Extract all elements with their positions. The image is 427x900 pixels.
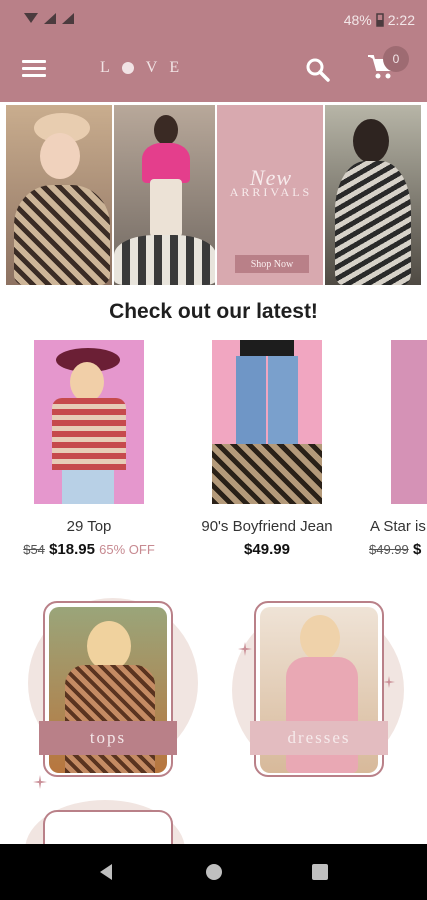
- status-bar: 48% 2:22: [0, 0, 427, 40]
- product-price: $18.95: [49, 541, 95, 558]
- product-prices: $49.99 $: [356, 541, 427, 558]
- search-icon[interactable]: [304, 56, 332, 84]
- product-name: 90's Boyfriend Jean: [201, 518, 333, 535]
- hero-photo-pink-sweater: [114, 105, 215, 285]
- product-name: A Star is: [370, 518, 426, 535]
- logo-text-left: L: [100, 59, 122, 76]
- product-discount: 65% OFF: [99, 542, 155, 557]
- battery-icon: [376, 13, 384, 27]
- product-price: $: [412, 541, 422, 558]
- product-image[interactable]: [212, 340, 322, 504]
- product-name: 29 Top: [66, 518, 112, 535]
- product-prices: $49.99: [177, 541, 357, 558]
- category-card-dresses[interactable]: dresses: [250, 601, 388, 777]
- product-price: $49.99: [244, 541, 290, 558]
- recents-icon[interactable]: [311, 863, 329, 881]
- battery-percent: 48%: [343, 12, 372, 28]
- hero-photo-cardigan: [325, 105, 421, 285]
- brand-logo[interactable]: L VE: [100, 59, 191, 77]
- signal-indicators: [22, 10, 78, 28]
- logo-dot-icon: [121, 62, 134, 74]
- hamburger-icon[interactable]: [22, 60, 46, 80]
- logo-text-right: VE: [145, 59, 192, 76]
- hero-new-arrivals-card[interactable]: New ARRIVALS Shop Now: [216, 105, 324, 285]
- category-label: tops: [39, 721, 177, 755]
- home-icon[interactable]: [204, 862, 224, 882]
- product-prices: $54 $18.95 65% OFF: [0, 541, 179, 558]
- back-icon[interactable]: [96, 862, 116, 882]
- sparkle-icon: [238, 642, 252, 656]
- sparkle-icon: [33, 775, 47, 789]
- product-image[interactable]: [34, 340, 144, 504]
- cart-count-badge[interactable]: 0: [383, 46, 409, 72]
- product-card[interactable]: 90's Boyfriend Jean $49.99: [177, 340, 357, 558]
- category-label: dresses: [250, 721, 388, 755]
- arrivals-label: ARRIVALS: [229, 185, 313, 199]
- product-image[interactable]: [391, 340, 427, 504]
- product-card[interactable]: A Star is $49.99 $: [356, 340, 427, 558]
- android-nav-bar: [0, 844, 427, 900]
- shop-now-button[interactable]: Shop Now: [234, 255, 309, 273]
- product-card[interactable]: 29 Top $54 $18.95 65% OFF: [0, 340, 179, 558]
- status-right: 48% 2:22: [344, 12, 415, 28]
- latest-section-title: Check out our latest!: [109, 300, 318, 323]
- clock: 2:22: [387, 12, 415, 28]
- category-card-tops[interactable]: tops: [39, 601, 177, 777]
- sparkle-icon: [383, 676, 395, 688]
- product-old-price: $49.99: [369, 542, 409, 557]
- wifi-signal-icon: [24, 13, 74, 24]
- product-old-price: $54: [23, 542, 45, 557]
- hero-banner[interactable]: New ARRIVALS Shop Now: [6, 105, 421, 285]
- hero-photo-leopard: [6, 105, 113, 285]
- app-bar: L VE: [0, 40, 427, 102]
